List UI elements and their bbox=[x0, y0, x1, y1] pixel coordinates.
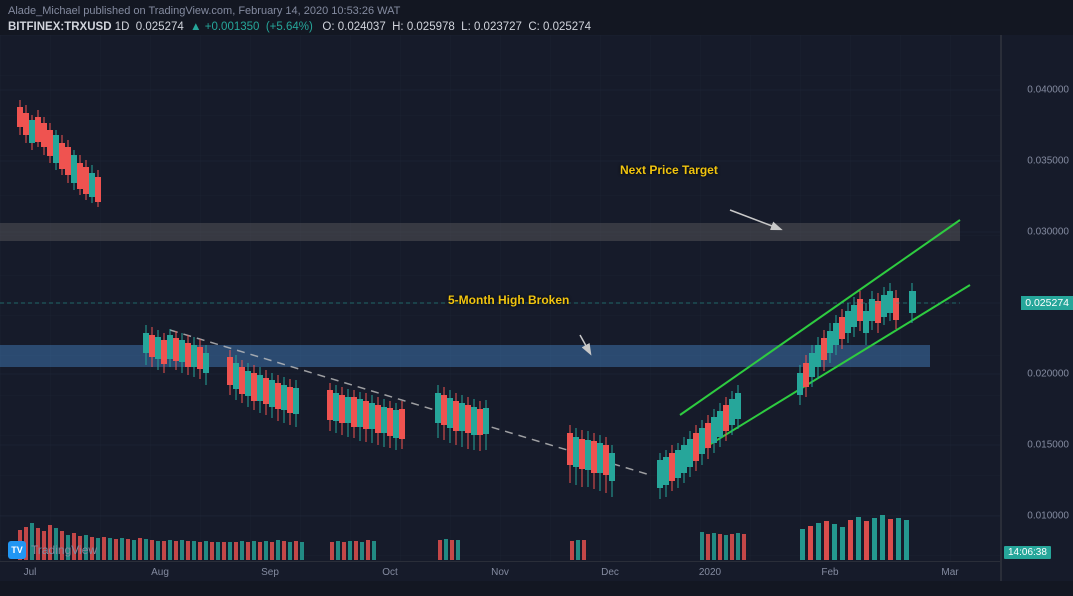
publisher-text: Alade_Michael published on TradingView.c… bbox=[8, 5, 400, 17]
x-label-nov: Nov bbox=[491, 567, 509, 578]
ticker-price: 0.025274 bbox=[136, 21, 184, 33]
ticker-open-label: O: bbox=[322, 21, 334, 33]
y-label-035: 0.035000 bbox=[1027, 156, 1069, 167]
x-label-dec: Dec bbox=[601, 567, 619, 578]
ticker-high: 0.025978 bbox=[407, 21, 455, 33]
y-label-020: 0.020000 bbox=[1027, 369, 1069, 380]
tradingview-icon: TV bbox=[8, 541, 26, 559]
chart-svg bbox=[0, 35, 1000, 581]
ticker-close-label: C: bbox=[528, 21, 540, 33]
chart-container: TRON / Dollar, 1D, BITFINEX Vol (20) bbox=[0, 35, 1073, 581]
ticker-low-label: L: bbox=[461, 21, 471, 33]
ticker-open: 0.024037 bbox=[338, 21, 386, 33]
ticker-symbol: BITFINEX:TRXUSD bbox=[8, 21, 112, 33]
tradingview-text: TradingView bbox=[31, 543, 97, 557]
x-axis: Jul Aug Sep Oct Nov Dec 2020 Feb Mar bbox=[0, 561, 1000, 581]
x-label-oct: Oct bbox=[382, 567, 398, 578]
ticker-change-pct: (+5.64%) bbox=[266, 21, 313, 33]
ticker-change-abs: +0.001350 bbox=[205, 21, 260, 33]
y-label-015: 0.015000 bbox=[1027, 440, 1069, 451]
header: Alade_Michael published on TradingView.c… bbox=[0, 0, 1073, 21]
ticker-low: 0.023727 bbox=[474, 21, 522, 33]
ticker-arrow: ▲ bbox=[190, 21, 201, 33]
x-label-mar: Mar bbox=[941, 567, 958, 578]
current-time-badge: 14:06:38 bbox=[1004, 546, 1051, 559]
x-label-2020: 2020 bbox=[699, 567, 721, 578]
current-price-badge: 0.025274 bbox=[1021, 296, 1073, 310]
x-label-sep: Sep bbox=[261, 567, 279, 578]
tradingview-logo: TV TradingView bbox=[8, 541, 97, 559]
y-label-030: 0.030000 bbox=[1027, 227, 1069, 238]
y-label-040: 0.040000 bbox=[1027, 85, 1069, 96]
y-axis: 0.040000 0.035000 0.030000 0.025000 0.02… bbox=[1001, 35, 1073, 581]
x-label-feb: Feb bbox=[821, 567, 838, 578]
x-label-aug: Aug bbox=[151, 567, 169, 578]
next-price-target-label: Next Price Target bbox=[620, 163, 718, 177]
ticker-close: 0.025274 bbox=[543, 21, 591, 33]
ticker-timeframe: 1D bbox=[115, 21, 130, 33]
ticker-info: BITFINEX:TRXUSD 1D 0.025274 ▲ +0.001350 … bbox=[0, 21, 1073, 35]
ticker-high-label: H: bbox=[392, 21, 404, 33]
y-label-010: 0.010000 bbox=[1027, 511, 1069, 522]
chart-area[interactable]: TRON / Dollar, 1D, BITFINEX Vol (20) bbox=[0, 35, 1001, 581]
x-label-jul: Jul bbox=[24, 567, 37, 578]
five-month-high-label: 5-Month High Broken bbox=[448, 293, 569, 307]
